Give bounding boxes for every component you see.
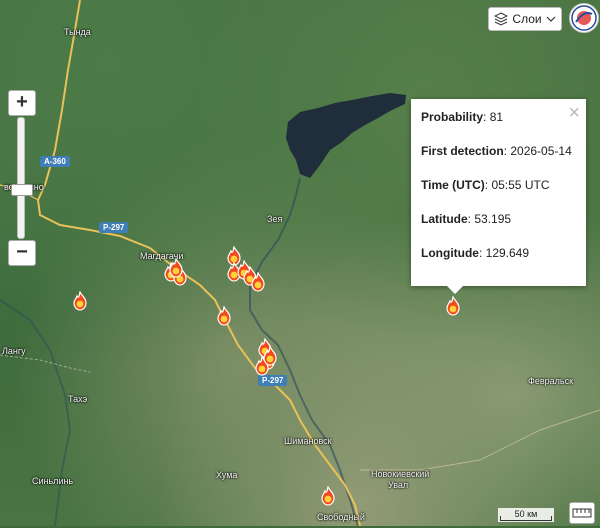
place-label: Синьлинь bbox=[32, 476, 74, 486]
popup-row-time: Time (UTC): 05:55 UTC bbox=[421, 178, 550, 192]
fire-icon[interactable] bbox=[216, 305, 232, 326]
place-label: Тахэ bbox=[68, 394, 88, 404]
fire-icon[interactable] bbox=[445, 295, 461, 316]
layers-button[interactable]: Слои bbox=[488, 7, 562, 31]
fire-icon[interactable] bbox=[168, 257, 184, 278]
layers-icon bbox=[494, 12, 509, 26]
place-label: Лангу bbox=[2, 346, 26, 356]
scale-bar-line bbox=[500, 516, 552, 521]
border-line bbox=[0, 354, 91, 373]
popup-label: Latitude bbox=[421, 212, 468, 226]
logo-emblem-icon bbox=[571, 5, 597, 31]
measure-tool-button[interactable] bbox=[569, 502, 595, 524]
agency-logo[interactable] bbox=[569, 3, 599, 33]
local-road-east bbox=[360, 409, 600, 471]
popup-value: 129.649 bbox=[485, 246, 530, 260]
popup-value: 81 bbox=[489, 110, 504, 124]
zoom-slider-thumb[interactable] bbox=[11, 184, 33, 196]
place-label: Шимановск bbox=[284, 436, 332, 446]
place-label: Тында bbox=[64, 27, 91, 37]
place-label: Новокиевский bbox=[371, 469, 430, 479]
fire-icon[interactable] bbox=[320, 485, 336, 506]
place-label: Зея bbox=[267, 214, 283, 224]
place-label: Хума bbox=[216, 470, 238, 480]
zeya-reservoir bbox=[286, 93, 406, 178]
place-label: Свободный bbox=[317, 512, 365, 522]
zoom-out-button[interactable]: − bbox=[8, 240, 36, 266]
popup-label: First detection bbox=[421, 144, 504, 158]
popup-label: Time (UTC) bbox=[421, 178, 485, 192]
zoom-control: + − bbox=[8, 90, 36, 268]
fire-info-popup: × Probability: 81 First detection: 2026-… bbox=[411, 99, 586, 286]
popup-row-latitude: Latitude: 53.195 bbox=[421, 212, 512, 226]
fire-icon[interactable] bbox=[250, 271, 266, 292]
road-shield: Р-297 bbox=[258, 375, 288, 386]
highway-a360 bbox=[36, 0, 151, 249]
popup-value: 2026-05-14 bbox=[510, 144, 572, 158]
place-label: Февральск bbox=[528, 376, 574, 386]
fire-icon[interactable] bbox=[72, 290, 88, 311]
popup-row-longitude: Longitude: 129.649 bbox=[421, 246, 530, 260]
popup-value: 53.195 bbox=[474, 212, 512, 226]
scale-bar: 50 км bbox=[498, 508, 554, 522]
fire-icon[interactable] bbox=[262, 345, 278, 366]
popup-row-first-detection: First detection: 2026-05-14 bbox=[421, 144, 572, 158]
zoom-slider-track[interactable] bbox=[11, 117, 33, 239]
chevron-down-icon bbox=[546, 16, 556, 22]
close-icon[interactable]: × bbox=[568, 103, 580, 123]
amur-river bbox=[0, 299, 72, 526]
zoom-in-button[interactable]: + bbox=[8, 90, 36, 116]
popup-label: Probability bbox=[421, 110, 484, 124]
place-label: Увал bbox=[388, 480, 409, 490]
road-shield: Р-297 bbox=[99, 222, 129, 233]
layers-label: Слои bbox=[512, 12, 542, 26]
road-shield: А-360 bbox=[40, 156, 70, 167]
popup-value: 05:55 UTC bbox=[491, 178, 550, 192]
popup-label: Longitude bbox=[421, 246, 479, 260]
ruler-icon bbox=[572, 508, 592, 518]
popup-pointer bbox=[446, 285, 464, 294]
popup-row-probability: Probability: 81 bbox=[421, 110, 504, 124]
